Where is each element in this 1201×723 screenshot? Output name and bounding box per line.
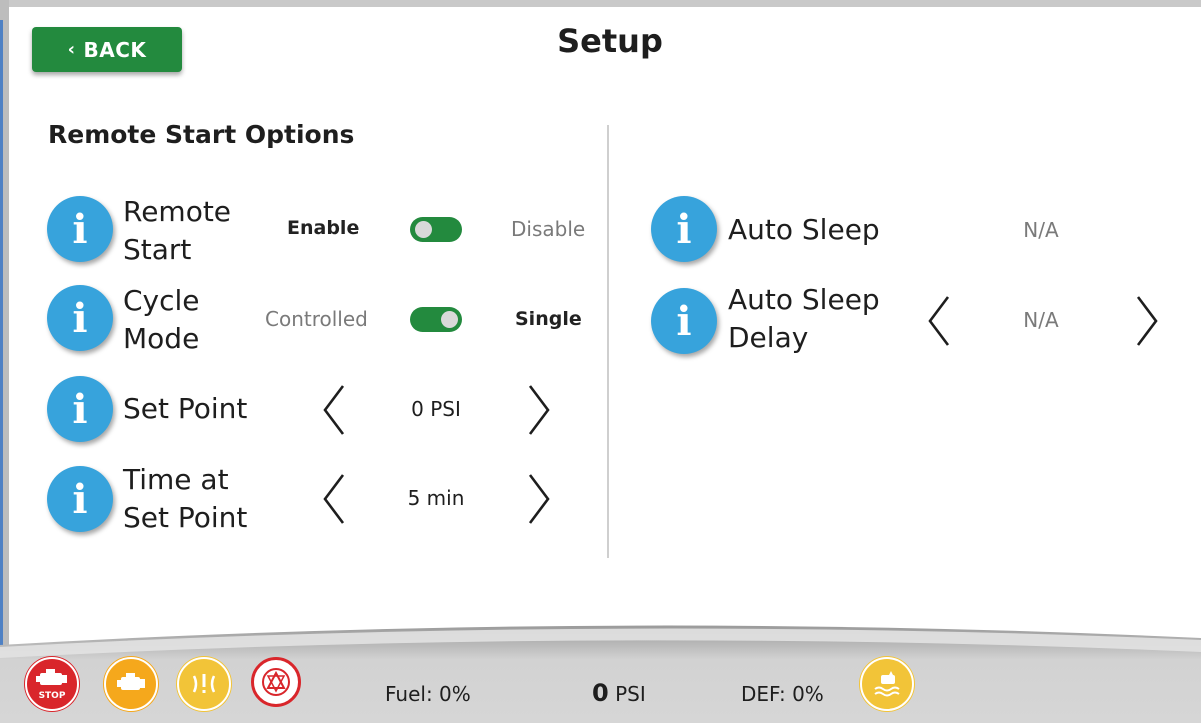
remote-start-label-line2: Start [123,233,192,266]
auto-sleep-label: Auto Sleep [728,213,880,246]
auto-sleep-delay-label-line2: Delay [728,321,809,354]
pressure-readout: 0 PSI [592,679,646,707]
info-icon-cycle-mode[interactable]: i [47,285,113,351]
remote-start-label-line1: Remote [123,195,232,228]
time-at-set-point-label-line1: Time at [123,463,229,496]
time-at-set-point-label: Time at Set Point [123,461,293,537]
toggle-knob [441,311,458,328]
auto-sleep-delay-label: Auto Sleep Delay [728,281,898,357]
set-point-decrease-button[interactable] [313,380,353,440]
engine-glyph [117,673,145,690]
auto-sleep-delay-increase-button[interactable] [1128,291,1168,351]
coolant-glyph [874,671,900,697]
auto-sleep-delay-decrease-button[interactable] [918,291,958,351]
remote-start-option-enable: Enable [287,217,360,239]
set-point-value: 0 PSI [411,397,461,421]
pressure-value: 0 [592,679,609,707]
def-readout: DEF: 0% [741,682,824,706]
page-title: Setup [557,22,663,60]
cycle-mode-option-controlled: Controlled [265,307,368,331]
remote-start-toggle[interactable] [410,217,462,242]
glow-plug-icon[interactable] [177,657,231,711]
cycle-mode-option-single: Single [515,308,582,330]
regen-glyph [262,668,290,696]
time-at-set-point-label-line2: Set Point [123,501,248,534]
info-icon-auto-sleep-delay[interactable]: i [651,288,717,354]
remote-start-label: Remote Start [123,193,293,269]
info-icon-auto-sleep[interactable]: i [651,196,717,262]
remote-start-option-disable: Disable [511,217,586,241]
window-top-border [0,0,1201,7]
column-divider [607,125,609,558]
stop-label: STOP [39,691,66,701]
coolant-level-icon[interactable] [860,657,914,711]
auto-sleep-delay-label-line1: Auto Sleep [728,283,880,316]
pressure-unit: PSI [615,682,646,706]
glow-plug-glyph [192,674,216,693]
fuel-readout: Fuel: 0% [385,682,471,706]
regen-warning-icon[interactable] [251,657,301,707]
info-icon-time-at-set-point[interactable]: i [47,466,113,532]
info-icon-remote-start[interactable]: i [47,196,113,262]
check-engine-icon[interactable] [104,657,158,711]
engine-stop-glyph: STOP [36,669,67,701]
engine-stop-icon[interactable]: STOP [25,657,79,711]
cycle-mode-toggle[interactable] [410,307,462,332]
time-at-set-point-increase-button[interactable] [520,469,560,529]
toggle-knob [415,221,432,238]
auto-sleep-value: N/A [1023,218,1059,242]
time-at-set-point-value: 5 min [407,486,465,510]
section-title: Remote Start Options [48,120,355,149]
info-icon-set-point[interactable]: i [47,376,113,442]
time-at-set-point-decrease-button[interactable] [313,469,353,529]
set-point-increase-button[interactable] [520,380,560,440]
set-point-label: Set Point [123,392,248,425]
auto-sleep-delay-value: N/A [1023,308,1059,332]
